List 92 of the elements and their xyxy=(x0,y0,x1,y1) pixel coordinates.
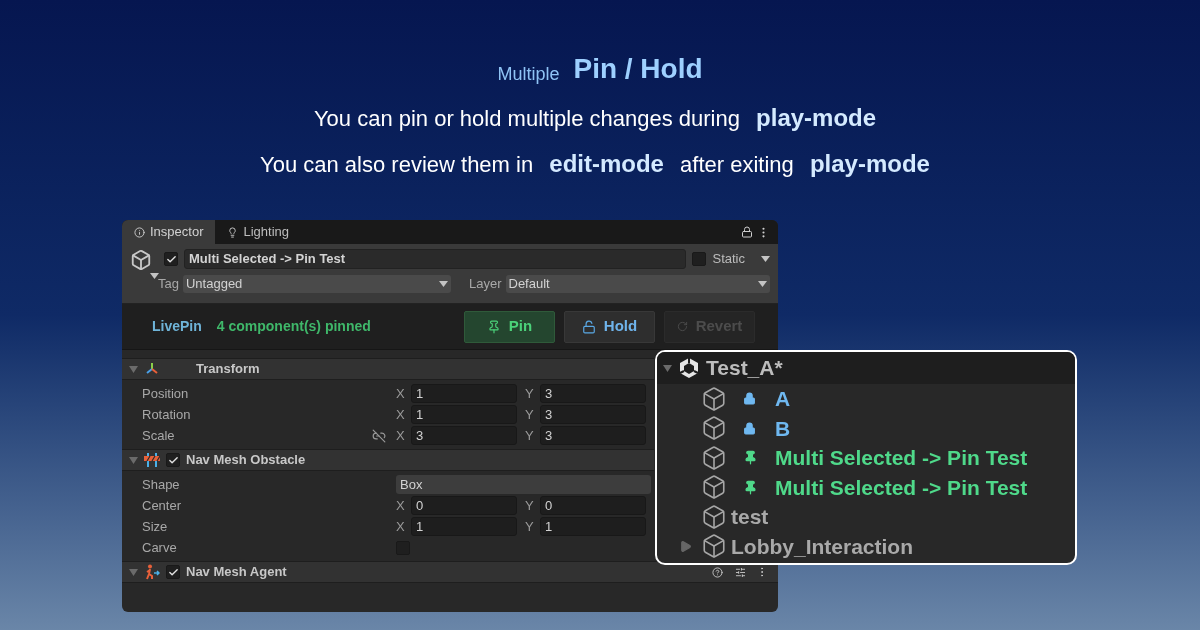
property-label: Center xyxy=(142,496,183,515)
walking-figure-icon xyxy=(144,564,160,580)
hierarchy-item[interactable]: Lobby_Interaction xyxy=(731,530,914,562)
number-field[interactable]: 3 xyxy=(540,426,646,445)
hierarchy-item[interactable]: B xyxy=(775,412,791,444)
cube-icon xyxy=(701,474,727,501)
shape-dropdown[interactable]: Box xyxy=(396,475,651,494)
number-field[interactable]: 3 xyxy=(411,426,517,445)
static-label: Static xyxy=(712,250,745,269)
subtitle-line: You can pin or hold multiple changes during play-mode xyxy=(313,103,878,133)
active-checkbox[interactable] xyxy=(164,252,178,266)
component-header[interactable]: Nav Mesh Agent xyxy=(122,561,778,583)
axis-label: Y xyxy=(525,405,535,424)
lightbulb-icon xyxy=(227,226,239,238)
property-label: Shape xyxy=(142,475,181,494)
subtitle-line: You can also review them in edit-mode after exiting play-mode xyxy=(260,149,931,179)
refresh-icon xyxy=(676,321,688,332)
enabled-checkbox[interactable] xyxy=(166,453,180,467)
cube-icon xyxy=(701,503,727,530)
foldout-arrow-icon[interactable] xyxy=(129,365,138,373)
axis-label: X xyxy=(396,517,406,536)
cube-icon xyxy=(701,415,727,442)
tag-label: Tag xyxy=(158,275,179,293)
panel-tab[interactable]: Inspector xyxy=(122,220,216,244)
caret-icon xyxy=(758,280,767,287)
number-field[interactable]: 0 xyxy=(411,496,517,515)
number-field[interactable]: 1 xyxy=(411,517,517,536)
property-label: Size xyxy=(142,517,169,536)
cube-icon xyxy=(701,385,727,412)
axis-label: Y xyxy=(525,496,535,515)
layer-label: Layer xyxy=(468,275,502,293)
axis-label: Y xyxy=(525,517,535,536)
foldout-arrow-icon[interactable] xyxy=(129,456,138,464)
pinned-status: 4 component(s) pinned xyxy=(216,317,371,336)
axis-label: X xyxy=(396,426,406,445)
help-icon[interactable] xyxy=(712,566,723,578)
heading-title: Pin / Hold xyxy=(573,52,703,86)
cube-icon xyxy=(701,533,727,560)
livepin-title: LivePin xyxy=(152,317,202,336)
pin-icon xyxy=(743,479,758,495)
property-label: Scale xyxy=(142,426,176,445)
caret-icon xyxy=(150,273,159,279)
scene-name[interactable]: Test_A* xyxy=(706,352,783,384)
number-field[interactable]: 1 xyxy=(540,517,646,536)
axis-label: X xyxy=(396,496,406,515)
foldout-arrow-icon[interactable] xyxy=(663,364,672,372)
expand-arrow-icon[interactable] xyxy=(679,539,692,553)
number-field[interactable]: 3 xyxy=(540,405,646,424)
info-icon xyxy=(134,226,145,238)
static-menu-icon xyxy=(761,256,770,262)
component-title: Nav Mesh Obstacle xyxy=(186,451,306,470)
unlocked-icon xyxy=(581,319,596,334)
name-field[interactable]: Multi Selected -> Pin Test xyxy=(184,249,687,269)
component-title: Nav Mesh Agent xyxy=(186,563,287,582)
unlink-icon[interactable] xyxy=(372,428,386,443)
property-label: Position xyxy=(142,384,190,403)
number-field[interactable]: 3 xyxy=(540,384,646,403)
preset-icon[interactable] xyxy=(735,566,746,578)
property-label: Rotation xyxy=(142,405,192,424)
hierarchy-item[interactable]: Multi Selected -> Pin Test xyxy=(775,442,1028,474)
number-field[interactable]: 0 xyxy=(540,496,646,515)
pin-icon xyxy=(743,450,758,466)
axes-icon xyxy=(144,361,160,377)
lock-icon[interactable] xyxy=(741,226,753,238)
axis-label: X xyxy=(396,384,406,403)
foldout-arrow-icon[interactable] xyxy=(129,568,138,576)
hierarchy-item[interactable]: Multi Selected -> Pin Test xyxy=(775,471,1028,503)
barrier-icon xyxy=(144,453,160,467)
static-checkbox[interactable] xyxy=(692,252,707,266)
caret-icon xyxy=(438,280,448,287)
cube-icon xyxy=(701,444,727,471)
number-field[interactable]: 1 xyxy=(411,405,517,424)
axis-label: Y xyxy=(525,426,535,445)
pin-button[interactable]: Pin xyxy=(464,310,555,343)
hierarchy-item[interactable]: test xyxy=(731,501,769,533)
pin-icon xyxy=(486,319,501,334)
heading-prefix: Multiple xyxy=(497,63,560,86)
cube-icon[interactable] xyxy=(130,249,152,271)
layer-dropdown[interactable]: Default xyxy=(505,274,770,293)
lock-icon xyxy=(743,392,756,406)
component-title: Transform xyxy=(196,360,260,379)
hierarchy-item[interactable]: A xyxy=(775,383,791,415)
axis-label: Y xyxy=(525,384,535,403)
hold-button[interactable]: Hold xyxy=(564,310,655,343)
component-header[interactable]: Transform xyxy=(122,358,654,380)
axis-label: X xyxy=(396,405,406,424)
property-label: Carve xyxy=(142,538,178,557)
enabled-checkbox[interactable] xyxy=(166,565,180,579)
tag-dropdown[interactable]: Untagged xyxy=(182,274,451,293)
component-header[interactable]: Nav Mesh Obstacle xyxy=(122,449,654,471)
number-field[interactable]: 1 xyxy=(411,384,517,403)
lock-icon xyxy=(743,421,756,435)
